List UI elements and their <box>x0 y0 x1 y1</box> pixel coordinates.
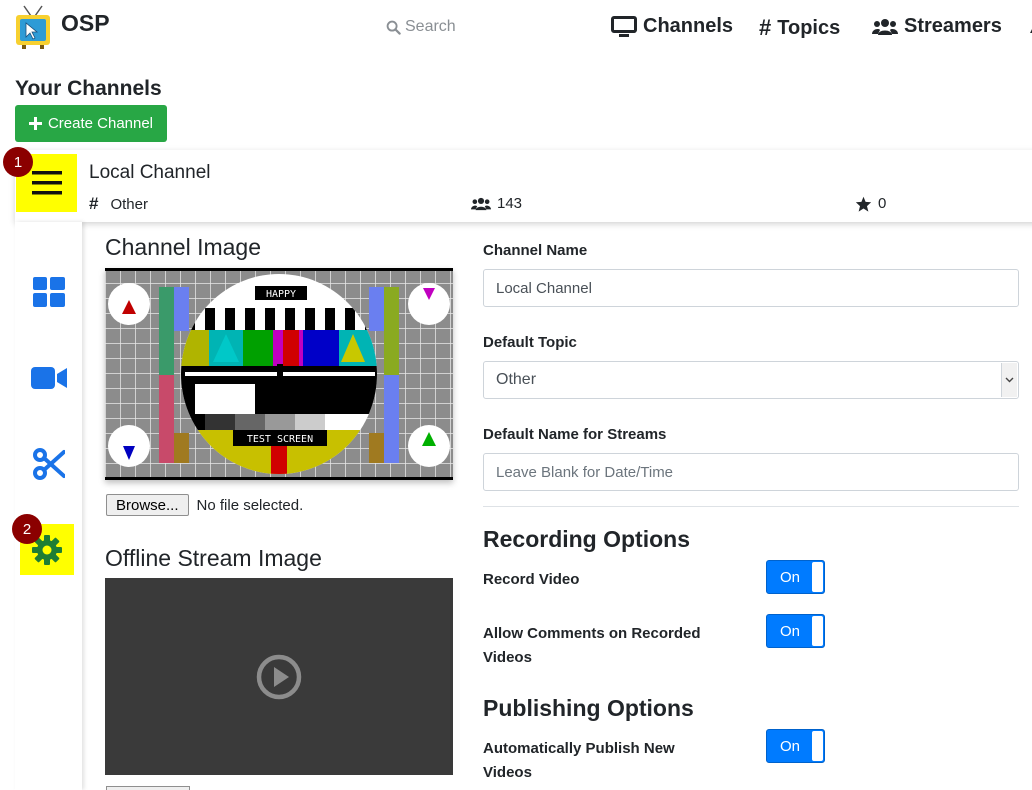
callout-badge-2: 2 <box>12 514 42 544</box>
default-topic-label: Default Topic <box>483 334 577 351</box>
page-title: Your Channels <box>15 77 162 100</box>
auto-publish-label: Automatically Publish New Videos <box>483 740 675 781</box>
channel-image-preview[interactable]: TEST SCREEN HAPPY <box>105 268 453 480</box>
users-icon <box>471 197 491 210</box>
allow-comments-label: Allow Comments on Recorded Videos <box>483 625 701 666</box>
nav-overflow-icon[interactable]: ▲ <box>1026 16 1032 39</box>
channel-card-viewers: 143 <box>471 195 522 212</box>
top-navbar: OSP Search Channels # Topics Streamers ▲ <box>0 0 1032 58</box>
nav-topics[interactable]: # Topics <box>759 15 840 41</box>
sidebar-item-overview[interactable] <box>31 274 67 310</box>
record-video-toggle-state: On <box>779 568 800 586</box>
test-card-image: TEST SCREEN HAPPY <box>105 268 453 480</box>
offline-image-browse-button[interactable] <box>106 786 190 790</box>
search-icon <box>386 20 401 35</box>
channel-image-file-status: No file selected. <box>196 496 304 514</box>
search-box[interactable]: Search <box>386 18 456 36</box>
offline-stream-image-preview[interactable] <box>105 578 453 775</box>
channel-image-file-row: Browse... No file selected. <box>106 494 303 516</box>
viewer-count: 143 <box>497 195 523 212</box>
default-topic-value: Other <box>496 371 537 388</box>
nav-channels-label: Channels <box>643 15 734 37</box>
record-video-label: Record Video <box>483 571 580 588</box>
channel-card-topic: # Other <box>89 194 148 214</box>
allow-comments-toggle-state: On <box>779 622 800 640</box>
nav-streamers[interactable]: Streamers <box>872 15 1002 38</box>
channel-name-label: Channel Name <box>483 242 588 259</box>
video-camera-icon <box>31 367 67 389</box>
toggle-knob <box>812 562 823 592</box>
users-icon <box>872 18 898 35</box>
sidebar-item-clips[interactable] <box>31 446 67 482</box>
chevron-down-icon[interactable] <box>1001 363 1017 397</box>
hamburger-menu-icon <box>31 171 62 195</box>
test-card-top-label: HAPPY <box>266 289 296 300</box>
scissors-icon <box>33 448 65 480</box>
channel-topic-value: Other <box>110 195 148 213</box>
form-divider <box>483 506 1019 507</box>
grid-icon <box>33 277 65 307</box>
default-stream-name-input[interactable]: Leave Blank for Date/Time <box>483 453 1019 491</box>
publishing-options-heading: Publishing Options <box>483 695 694 721</box>
test-card-bottom-label: TEST SCREEN <box>247 434 313 445</box>
star-count: 0 <box>878 195 887 212</box>
create-channel-button[interactable]: Create Channel <box>15 105 167 142</box>
monitor-icon <box>611 15 637 37</box>
channel-card-stars: 0 <box>855 195 886 212</box>
channel-image-browse-button[interactable]: Browse... <box>106 494 189 516</box>
auto-publish-toggle-state: On <box>779 737 800 755</box>
auto-publish-toggle[interactable]: On <box>766 729 825 763</box>
plus-icon <box>28 117 42 130</box>
offline-image-title: Offline Stream Image <box>105 545 322 571</box>
channel-name-input[interactable]: Local Channel <box>483 269 1019 307</box>
osp-logo-icon[interactable] <box>14 4 52 50</box>
channel-card-name[interactable]: Local Channel <box>89 162 210 184</box>
sidebar-item-videos[interactable] <box>31 360 67 396</box>
record-video-toggle[interactable]: On <box>766 560 825 594</box>
callout-badge-1: 1 <box>3 147 33 177</box>
nav-topics-label: Topics <box>777 16 841 39</box>
allow-comments-toggle[interactable]: On <box>766 614 825 648</box>
nav-streamers-label: Streamers <box>904 15 1002 37</box>
channel-card: Local Channel # Other 143 0 <box>15 150 1032 222</box>
default-topic-select[interactable]: Other <box>483 361 1019 399</box>
search-placeholder[interactable]: Search <box>405 18 456 36</box>
channel-sidebar <box>15 222 82 790</box>
create-channel-label: Create Channel <box>47 115 154 132</box>
recording-options-heading: Recording Options <box>483 526 690 552</box>
toggle-knob <box>812 731 823 761</box>
play-circle-icon <box>256 654 302 699</box>
nav-channels[interactable]: Channels <box>611 15 733 38</box>
hashtag-icon: # <box>89 194 99 213</box>
hashtag-icon: # <box>759 15 772 40</box>
toggle-knob <box>812 616 823 646</box>
channel-image-title: Channel Image <box>105 234 261 260</box>
default-stream-name-label: Default Name for Streams <box>483 426 667 443</box>
star-icon <box>855 196 872 212</box>
brand-name[interactable]: OSP <box>61 10 110 37</box>
